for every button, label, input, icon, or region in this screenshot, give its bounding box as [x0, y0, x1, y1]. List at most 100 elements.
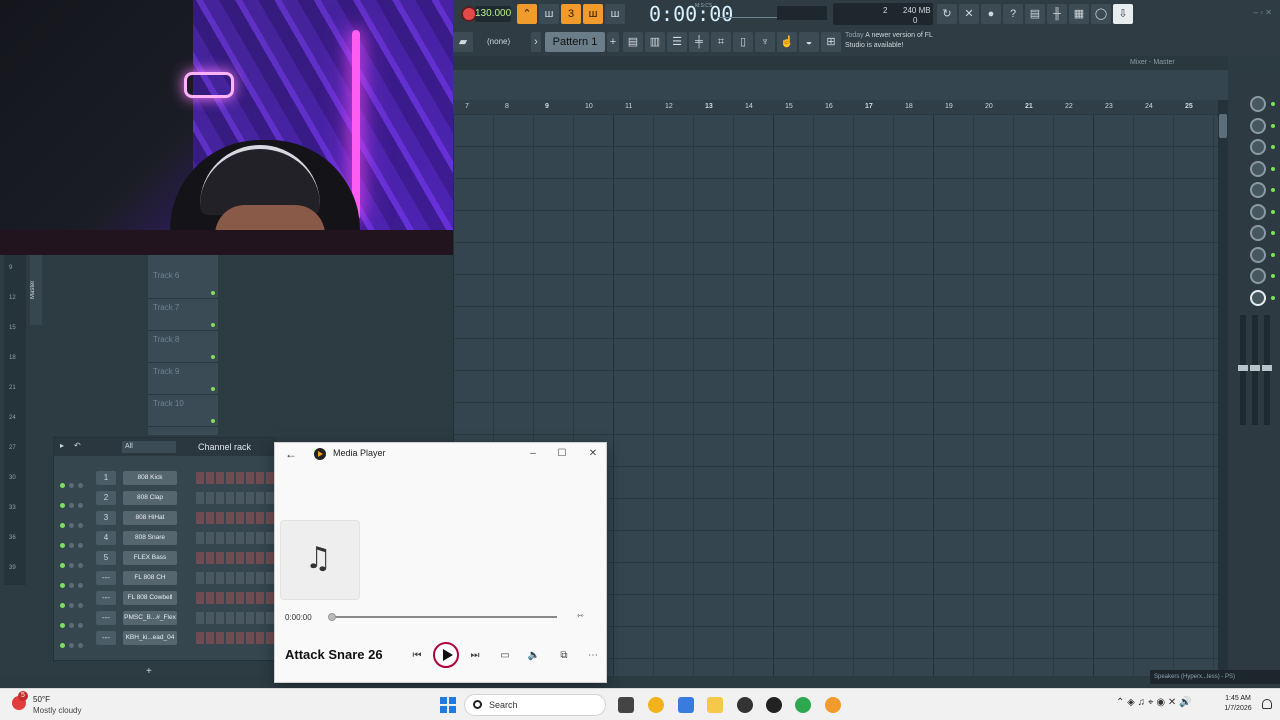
channel-filter[interactable]: All — [122, 441, 176, 453]
mixer-send-led[interactable] — [1271, 145, 1275, 149]
channel-leds[interactable] — [60, 555, 90, 568]
mixer-fader[interactable] — [1250, 315, 1260, 425]
channel-leds[interactable] — [60, 595, 90, 608]
shop-icon[interactable]: ⊞ — [821, 32, 841, 52]
track-header[interactable]: Track 7 — [148, 299, 218, 331]
channel-name-button[interactable]: FL 808 Cowbell — [123, 591, 177, 605]
playlist-ruler[interactable]: 7 8 9 10 11 12 13 14 15 16 17 18 19 20 21 22 23 24 25 — [453, 100, 1218, 114]
channel-rack-icon[interactable]: ☰ — [667, 32, 687, 52]
turtle-icon[interactable]: ◒ — [799, 32, 819, 52]
track-header[interactable]: Track 9 — [148, 363, 218, 395]
step-sequencer[interactable] — [196, 492, 274, 504]
mixer-send-led[interactable] — [1271, 123, 1275, 128]
mixer-send-led[interactable] — [1271, 166, 1275, 171]
help-icon[interactable]: ? — [1003, 4, 1023, 24]
miniplayer-icon[interactable]: ⧉ — [555, 647, 573, 665]
channel-leds[interactable] — [60, 535, 90, 548]
channel-mixer-track[interactable]: 1 — [96, 471, 116, 485]
loop-record-button[interactable]: ш — [605, 4, 625, 24]
step-sequencer[interactable] — [196, 612, 274, 624]
back-arrow-icon[interactable]: ← — [285, 447, 297, 461]
pattern-name[interactable]: Pattern 1 — [545, 32, 605, 52]
previous-icon[interactable]: ⏮ — [408, 647, 426, 665]
seek-bar[interactable] — [328, 613, 557, 621]
channel-leds[interactable] — [60, 635, 90, 648]
clock[interactable]: 1:45 AM 1/7/2026 — [1218, 694, 1258, 714]
mixer-send-led[interactable] — [1271, 252, 1275, 257]
pattern-selector[interactable]: (none) — [483, 33, 529, 51]
countdown-button[interactable]: 3 — [561, 4, 581, 24]
project-icon[interactable]: ⌗ — [711, 32, 731, 52]
channel-mixer-track[interactable]: --- — [96, 571, 116, 585]
mixer-view-icon[interactable]: ╪ — [689, 32, 709, 52]
track-led[interactable] — [211, 323, 215, 327]
fit-icon[interactable]: ⇿ — [577, 611, 584, 620]
mixer-send-knob[interactable] — [1250, 182, 1266, 198]
tempo-display[interactable]: 130.000 — [475, 6, 511, 22]
channel-name-button[interactable]: 808 Kick — [123, 471, 177, 485]
close-button[interactable]: ✕ — [585, 447, 601, 461]
track-led[interactable] — [211, 291, 215, 295]
play-button[interactable] — [433, 642, 459, 668]
chrome-like-icon[interactable] — [648, 697, 664, 713]
mixer-send-knob[interactable] — [1250, 117, 1266, 134]
channel-mixer-track[interactable]: 5 — [96, 551, 116, 565]
seek-thumb[interactable] — [328, 613, 336, 621]
browser-icon[interactable]: ▰ — [453, 32, 473, 52]
window-controls[interactable]: – ▫ ✕ — [1254, 8, 1272, 17]
more-icon[interactable]: ⋯ — [584, 647, 602, 665]
track-led[interactable] — [211, 355, 215, 359]
mixer-send-knob[interactable] — [1250, 203, 1266, 220]
taskbar-search[interactable]: Search — [464, 694, 606, 716]
media-player-taskbar-icon[interactable] — [766, 697, 782, 713]
channel-mixer-track[interactable]: 4 — [96, 531, 116, 545]
step-sequencer[interactable] — [196, 552, 274, 564]
news-panel[interactable]: Today A newer version of FL Studio is av… — [845, 31, 937, 53]
file-explorer-icon[interactable] — [707, 697, 723, 713]
obs-icon[interactable] — [737, 697, 753, 713]
mixer-send-knob[interactable] — [1250, 139, 1266, 155]
chrome-icon[interactable] — [795, 697, 811, 713]
step-edit-button[interactable]: ш — [583, 4, 603, 24]
touch-icon[interactable]: ☝ — [777, 32, 797, 52]
channel-leds[interactable] — [60, 615, 90, 628]
plugin-icon[interactable]: ▦ — [1069, 4, 1089, 24]
pattern-prev-icon[interactable]: › — [531, 32, 541, 52]
channel-mixer-track[interactable]: --- — [96, 591, 116, 605]
step-sequencer[interactable] — [196, 532, 274, 544]
playlist-scrollbar[interactable] — [1218, 100, 1228, 676]
windows-start-icon[interactable] — [440, 697, 456, 713]
mixer-send-knob[interactable] — [1250, 289, 1266, 306]
mixer-send-knob[interactable] — [1250, 225, 1266, 241]
mixer-fader[interactable] — [1262, 315, 1272, 425]
track-led[interactable] — [211, 419, 215, 423]
channel-name-button[interactable]: FL 808 CH — [123, 571, 177, 585]
track-header[interactable]: Track 10 — [148, 395, 218, 427]
play-arrow-icon[interactable]: ▸ — [60, 441, 64, 450]
channel-mixer-track[interactable]: --- — [96, 611, 116, 625]
mixer-send-knob[interactable] — [1250, 160, 1266, 177]
channel-name-button[interactable]: FLEX Bass — [123, 551, 177, 565]
track-header[interactable]: Track 8 — [148, 331, 218, 363]
chat-icon[interactable]: ◯ — [1091, 4, 1111, 24]
step-sequencer[interactable] — [196, 632, 274, 644]
pattern-add-icon[interactable]: + — [607, 32, 619, 52]
channel-name-button[interactable]: 808 Clap — [123, 491, 177, 505]
copilot-icon[interactable] — [678, 697, 694, 713]
system-tray[interactable]: ⌃ ◈ ♫ ⌖ ◉ ✕ 🔊 — [1116, 697, 1191, 708]
channel-mixer-track[interactable]: 2 — [96, 491, 116, 505]
weather-widget[interactable]: 5 50°F Mostly cloudy — [12, 691, 122, 717]
mixer-send-led[interactable] — [1271, 231, 1275, 235]
next-icon[interactable]: ⏭ — [466, 647, 484, 665]
mixer-fader[interactable] — [1238, 315, 1248, 425]
step-sequencer[interactable] — [196, 472, 274, 484]
channel-leds[interactable] — [60, 475, 90, 488]
mixer-send-led[interactable] — [1271, 274, 1275, 278]
minimize-button[interactable]: – — [525, 447, 541, 461]
step-sequencer[interactable] — [196, 592, 274, 604]
mixer-send-knob[interactable] — [1250, 268, 1266, 284]
channel-name-button[interactable]: 808 HiHat — [123, 511, 177, 525]
maximize-button[interactable]: ☐ — [554, 447, 570, 461]
step-sequencer[interactable] — [196, 572, 274, 584]
document-icon[interactable]: ▯ — [733, 32, 753, 52]
